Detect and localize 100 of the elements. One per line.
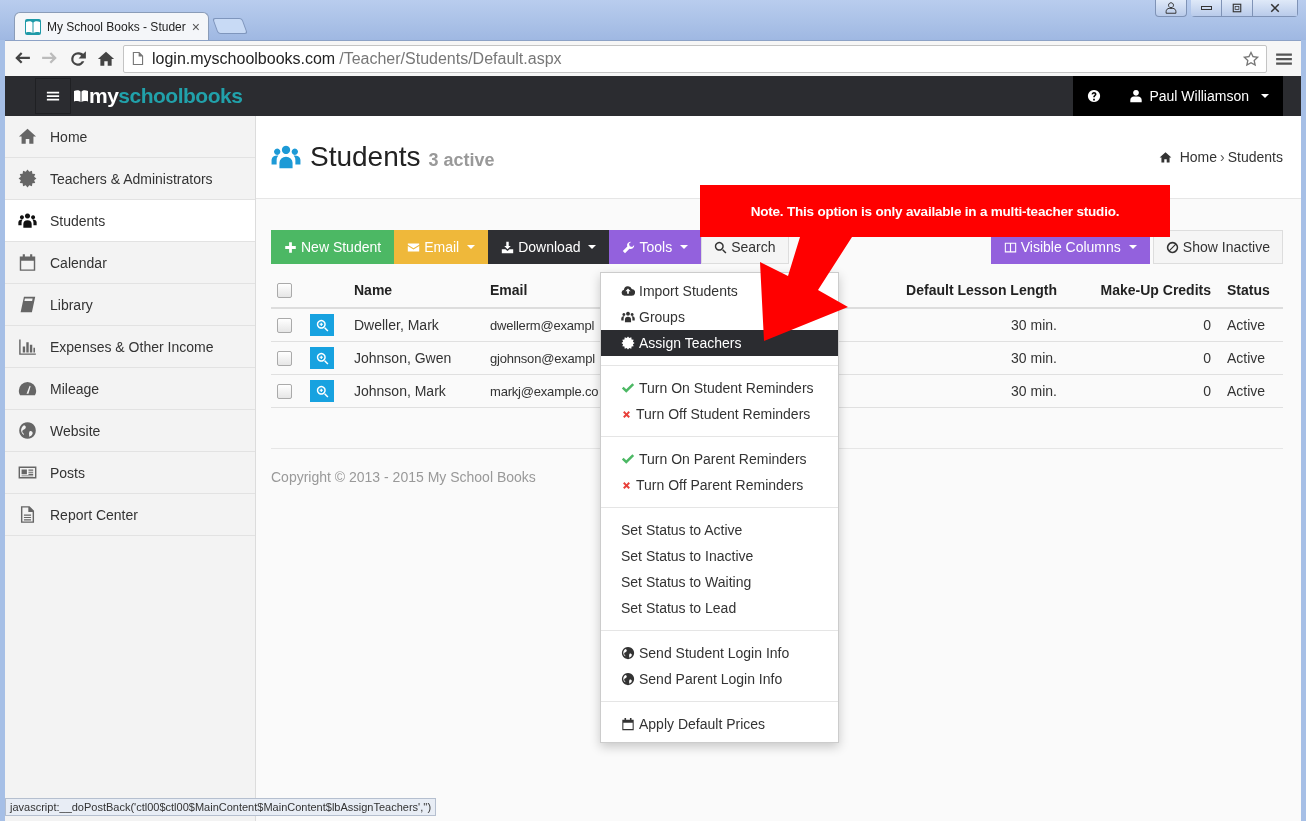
close-icon[interactable]: × <box>191 18 200 35</box>
page-icon <box>130 51 145 66</box>
menu-item[interactable]: Turn On Parent Reminders <box>601 446 838 472</box>
check-icon <box>621 452 635 466</box>
sidebar-item[interactable]: Students <box>5 200 255 242</box>
breadcrumb-link[interactable]: Home <box>1179 149 1218 165</box>
check-icon <box>621 381 635 395</box>
home-icon <box>18 127 37 146</box>
close-button[interactable] <box>1253 0 1298 17</box>
caret-icon <box>1261 94 1269 98</box>
book-icon <box>73 88 89 104</box>
checkbox[interactable] <box>277 317 292 333</box>
copyright-text: Copyright © 2013 - 2015 My School Books <box>271 469 536 485</box>
help-icon <box>1087 89 1102 103</box>
envelope-icon <box>407 240 421 254</box>
gear-icon <box>18 169 37 188</box>
view-button[interactable] <box>310 380 334 402</box>
view-button[interactable] <box>310 314 334 336</box>
menu-item[interactable]: Send Student Login Info <box>601 640 838 666</box>
table-cell: 0 <box>1065 341 1219 375</box>
toolbar-button[interactable]: Download <box>488 230 610 264</box>
user-icon <box>1129 89 1144 103</box>
globe-icon <box>621 646 635 660</box>
globe-icon <box>18 421 37 440</box>
checkbox[interactable] <box>277 282 292 298</box>
columns-icon <box>1003 240 1017 254</box>
address-field[interactable]: login.myschoolbooks.com /Teacher/Students/Default.aspx <box>123 44 1267 73</box>
table-cell: Active <box>1219 308 1283 342</box>
minimize-icon <box>1200 6 1212 10</box>
bar-chart-icon <box>18 337 37 356</box>
menu-item[interactable]: Apply Default Prices <box>601 711 838 737</box>
menu-item[interactable]: Set Status to Active <box>601 517 838 543</box>
home-icon <box>1158 150 1172 164</box>
document-icon <box>18 505 37 524</box>
table-cell: Active <box>1219 341 1283 375</box>
star-icon[interactable] <box>1242 49 1260 68</box>
menu-item[interactable]: Assign Teachers <box>601 330 838 356</box>
sidebar-item[interactable]: Calendar <box>5 242 255 284</box>
checkbox[interactable] <box>277 383 292 399</box>
minimize-button[interactable] <box>1191 0 1222 17</box>
active-count: 3 active <box>428 149 495 171</box>
maximize-button[interactable] <box>1222 0 1253 17</box>
table-cell: 0 <box>1065 308 1219 342</box>
column-header[interactable]: Make-Up Credits <box>1065 273 1219 308</box>
download-icon <box>501 240 515 254</box>
profile-button[interactable] <box>1155 0 1187 17</box>
page-title: Students <box>310 141 421 173</box>
sidebar-item[interactable]: Home <box>5 116 255 158</box>
cross-icon <box>621 408 632 420</box>
menu-item[interactable]: Set Status to Lead <box>601 595 838 621</box>
user-name: Paul Williamson <box>1149 88 1249 104</box>
menu-item[interactable]: Set Status to Inactive <box>601 543 838 569</box>
sidebar-item[interactable]: Website <box>5 410 255 452</box>
table-cell: dwellerm@exampl <box>490 318 595 333</box>
group-icon <box>621 310 635 324</box>
browser-tab[interactable]: My School Books - Studer × <box>14 12 209 40</box>
brand-logo[interactable]: myschoolbooks <box>89 84 243 108</box>
table-cell: Dweller, Mark <box>346 308 482 342</box>
zoom-icon <box>315 384 329 398</box>
menu-item[interactable]: Turn Off Parent Reminders <box>601 472 838 498</box>
gauge-icon <box>18 379 37 398</box>
search-icon <box>714 240 728 254</box>
zoom-icon <box>315 351 329 365</box>
cloud-upload-icon <box>621 284 635 298</box>
table-cell: markj@example.co <box>490 384 599 399</box>
maximize-icon <box>1231 2 1243 14</box>
book-icon <box>25 18 41 35</box>
view-button[interactable] <box>310 347 334 369</box>
gear-icon <box>621 336 635 350</box>
toolbar-button[interactable]: Tools <box>609 230 702 264</box>
group-icon <box>18 211 37 230</box>
plus-icon <box>284 240 297 254</box>
note-tooltip: Note. This option is only available in a multi-teacher studio. <box>700 185 1170 237</box>
table-cell: Johnson, Mark <box>346 374 482 408</box>
menu-button[interactable] <box>35 78 71 114</box>
user-icon <box>1165 2 1177 14</box>
sidebar-item[interactable]: Library <box>5 284 255 326</box>
sidebar-item[interactable]: Report Center <box>5 494 255 536</box>
zoom-icon <box>315 318 329 332</box>
globe-icon <box>621 672 635 686</box>
ban-icon <box>1165 240 1179 254</box>
checkbox[interactable] <box>277 350 292 366</box>
help-button[interactable] <box>1073 76 1116 116</box>
column-header[interactable]: Status <box>1219 273 1283 308</box>
calendar-icon <box>621 717 635 731</box>
user-menu[interactable]: Paul Williamson <box>1115 76 1283 116</box>
book-icon <box>18 295 37 314</box>
sidebar-item[interactable]: Mileage <box>5 368 255 410</box>
breadcrumb-separator: › <box>1220 149 1225 165</box>
column-header[interactable]: Name <box>346 273 482 308</box>
url-path: /Teacher/Students/Default.aspx <box>339 49 562 68</box>
wrench-icon <box>622 240 636 254</box>
menu-item[interactable]: Set Status to Waiting <box>601 569 838 595</box>
sidebar-item[interactable]: Posts <box>5 452 255 494</box>
toolbar-button[interactable]: Show Inactive <box>1152 230 1283 264</box>
menu-item[interactable]: Send Parent Login Info <box>601 666 838 692</box>
table-cell: Johnson, Gwen <box>346 341 482 375</box>
menu-icon <box>46 89 60 103</box>
calendar-icon <box>18 253 37 272</box>
sidebar-item[interactable]: Expenses & Other Income <box>5 326 255 368</box>
